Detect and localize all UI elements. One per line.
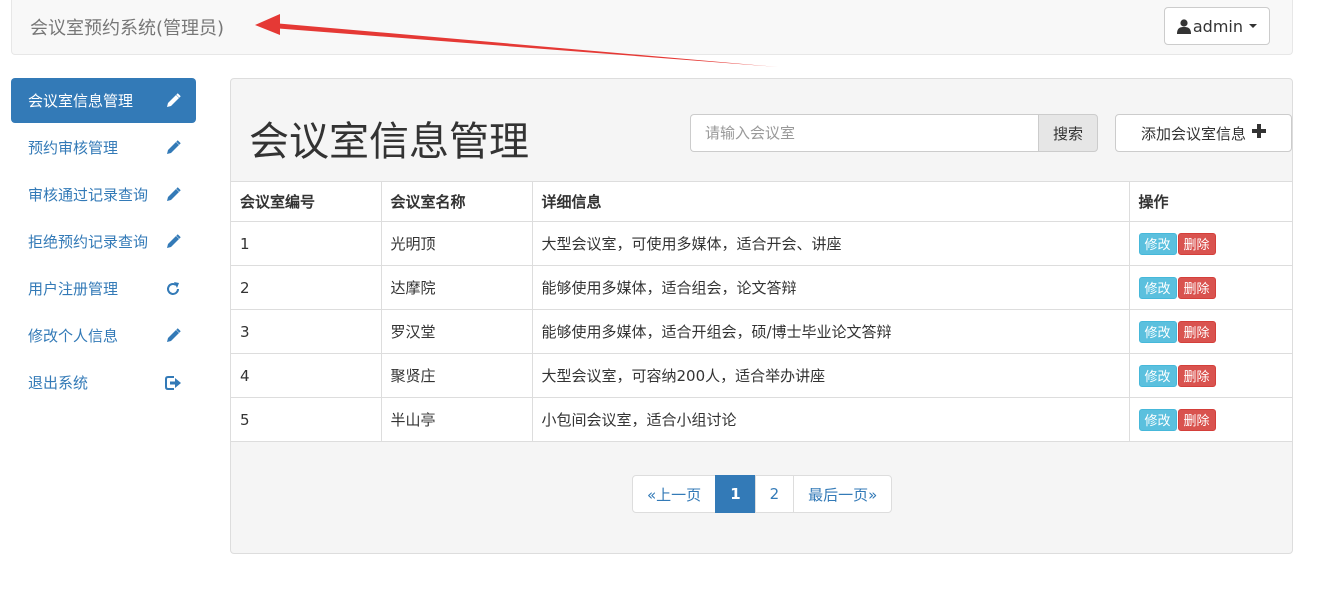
page-link-current[interactable]: 1 — [715, 475, 756, 513]
sidebar-item-edit-profile[interactable]: 修改个人信息 — [11, 313, 196, 358]
sidebar-item-booking-review[interactable]: 预约审核管理 — [11, 125, 196, 170]
table-row: 3 罗汉堂 能够使用多媒体，适合开组会，硕/博士毕业论文答辩 修改 删除 — [231, 309, 1292, 354]
room-name-cell: 达摩院 — [380, 265, 533, 310]
room-detail-cell: 能够使用多媒体，适合组会，论文答辩 — [531, 265, 1130, 310]
pencil-icon — [164, 139, 182, 157]
room-name-cell: 光明顶 — [380, 221, 533, 266]
delete-button[interactable]: 删除 — [1177, 408, 1216, 431]
room-id-cell: 3 — [231, 309, 382, 354]
column-header: 会议室编号 — [231, 181, 382, 222]
actions-cell: 修改 删除 — [1128, 265, 1292, 310]
last-page-link[interactable]: 最后一页» — [793, 475, 893, 513]
sidebar-item-user-registration[interactable]: 用户注册管理 — [11, 266, 196, 311]
logout-icon — [164, 374, 182, 392]
delete-button[interactable]: 删除 — [1177, 232, 1216, 255]
column-header: 会议室名称 — [380, 181, 533, 222]
sidebar-item-label: 退出系统 — [28, 374, 89, 392]
actions-cell: 修改 删除 — [1128, 397, 1292, 442]
sidebar-item-rejected-records[interactable]: 拒绝预约记录查询 — [11, 219, 196, 264]
pencil-icon — [164, 186, 182, 204]
sidebar-item-label: 预约审核管理 — [28, 139, 119, 157]
search-button[interactable]: 搜索 — [1038, 114, 1098, 152]
prev-page-link[interactable]: «上一页 — [632, 475, 717, 513]
edit-button[interactable]: 修改 — [1138, 408, 1177, 431]
room-id-cell: 1 — [231, 221, 382, 266]
app-brand[interactable]: 会议室预约系统(管理员) — [30, 14, 224, 40]
pencil-icon — [164, 92, 182, 110]
room-detail-cell: 大型会议室，可容纳200人，适合举办讲座 — [531, 353, 1130, 398]
add-room-button[interactable]: 添加会议室信息 — [1115, 114, 1292, 152]
sidebar-item-label: 拒绝预约记录查询 — [28, 233, 149, 251]
table-row: 4 聚贤庄 大型会议室，可容纳200人，适合举办讲座 修改 删除 — [231, 353, 1292, 398]
room-id-cell: 2 — [231, 265, 382, 310]
edit-button[interactable]: 修改 — [1138, 232, 1177, 255]
delete-button[interactable]: 删除 — [1177, 364, 1216, 387]
refresh-icon — [164, 280, 182, 298]
actions-cell: 修改 删除 — [1128, 309, 1292, 354]
pencil-icon — [164, 327, 182, 345]
column-header: 操作 — [1128, 181, 1292, 222]
delete-button[interactable]: 删除 — [1177, 276, 1216, 299]
sidebar-item-label: 用户注册管理 — [28, 280, 119, 298]
sidebar-item-label: 审核通过记录查询 — [28, 186, 149, 204]
edit-button[interactable]: 修改 — [1138, 276, 1177, 299]
room-name-cell: 聚贤庄 — [380, 353, 533, 398]
pencil-icon — [164, 233, 182, 251]
actions-cell: 修改 删除 — [1128, 353, 1292, 398]
add-room-label: 添加会议室信息 — [1140, 124, 1246, 143]
page-title: 会议室信息管理 — [249, 119, 529, 165]
pagination: «上一页 1 2 最后一页» — [632, 475, 893, 513]
room-detail-cell: 大型会议室，可使用多媒体，适合开会、讲座 — [531, 221, 1130, 266]
room-detail-cell: 小包间会议室，适合小组讨论 — [531, 397, 1130, 442]
sidebar-item-room-info[interactable]: 会议室信息管理 — [11, 78, 196, 123]
table-header-row: 会议室编号 会议室名称 详细信息 操作 — [231, 181, 1292, 222]
sidebar-nav: 会议室信息管理 预约审核管理 审核通过记录查询 拒绝预约记录查询 用户注册管理 … — [11, 78, 196, 407]
sidebar-item-label: 会议室信息管理 — [28, 92, 134, 110]
main-panel: 会议室信息管理 搜索 添加会议室信息 会议室编号 会议室名称 详细信息 操作 1… — [230, 78, 1293, 554]
delete-button[interactable]: 删除 — [1177, 320, 1216, 343]
plus-icon — [1252, 124, 1266, 142]
user-menu-button[interactable]: admin — [1163, 7, 1270, 45]
page-link[interactable]: 2 — [754, 475, 795, 513]
room-name-cell: 罗汉堂 — [380, 309, 533, 354]
chevron-down-icon — [1249, 24, 1257, 28]
actions-cell: 修改 删除 — [1128, 221, 1292, 266]
rooms-table: 会议室编号 会议室名称 详细信息 操作 1 光明顶 大型会议室，可使用多媒体，适… — [231, 181, 1292, 442]
room-id-cell: 5 — [231, 397, 382, 442]
sidebar-item-approved-records[interactable]: 审核通过记录查询 — [11, 172, 196, 217]
table-row: 5 半山亭 小包间会议室，适合小组讨论 修改 删除 — [231, 397, 1292, 442]
user-name: admin — [1192, 16, 1243, 36]
table-row: 1 光明顶 大型会议室，可使用多媒体，适合开会、讲座 修改 删除 — [231, 221, 1292, 266]
room-detail-cell: 能够使用多媒体，适合开组会，硕/博士毕业论文答辩 — [531, 309, 1130, 354]
top-navbar: 会议室预约系统(管理员) admin — [11, 0, 1293, 55]
sidebar-item-label: 修改个人信息 — [28, 327, 119, 345]
search-input[interactable] — [690, 114, 1038, 152]
room-id-cell: 4 — [231, 353, 382, 398]
table-row: 2 达摩院 能够使用多媒体，适合组会，论文答辩 修改 删除 — [231, 265, 1292, 310]
column-header: 详细信息 — [531, 181, 1130, 222]
sidebar-item-logout[interactable]: 退出系统 — [11, 360, 196, 405]
user-icon — [1176, 18, 1191, 34]
edit-button[interactable]: 修改 — [1138, 320, 1177, 343]
room-name-cell: 半山亭 — [380, 397, 533, 442]
edit-button[interactable]: 修改 — [1138, 364, 1177, 387]
